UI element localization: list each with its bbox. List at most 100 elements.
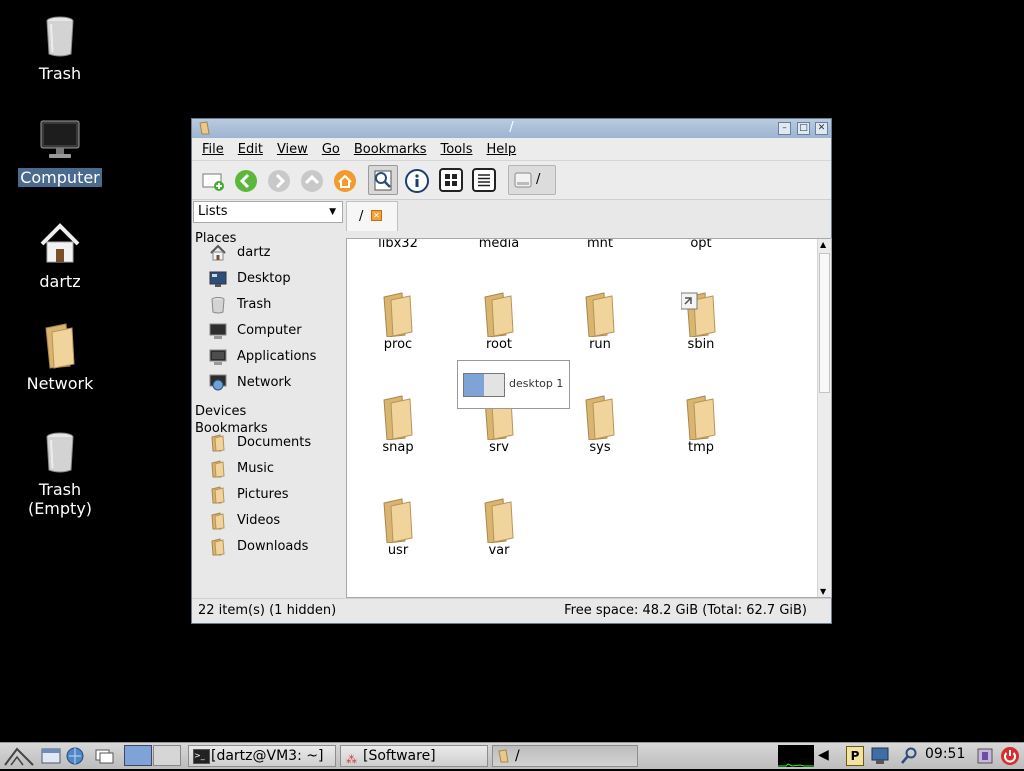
close-button[interactable]: ✕ [815,122,828,135]
search-icon[interactable] [900,746,918,770]
info-icon[interactable] [404,168,430,194]
file-label: root [485,337,513,352]
scroll-up-icon[interactable]: ▲ [820,240,826,249]
sidebar-item-applications[interactable]: Applications [209,346,316,368]
folder-icon [378,291,418,338]
home-button[interactable] [332,168,358,194]
scroll-down-icon[interactable]: ▼ [820,587,826,596]
network-icon [209,374,227,392]
clock[interactable]: 09:51 [925,746,965,762]
desktop-icon-home[interactable]: dartz [5,220,115,291]
up-button[interactable] [299,168,325,194]
sidebar-item-home[interactable]: dartz [209,242,270,264]
scrollbar-thumb[interactable] [819,253,830,393]
new-tab-button[interactable] [200,167,226,193]
tab-root[interactable]: / ✕ [346,201,398,231]
minimize-button[interactable]: – [778,122,791,135]
file-item-root[interactable]: root [454,291,544,352]
user-menu-icon[interactable] [975,746,995,770]
side-pane-mode-value: Lists [198,204,228,219]
home-icon [36,220,84,268]
toolbar: / [192,160,831,200]
desktop-icon [209,270,227,288]
menu-go[interactable]: Go [322,142,340,157]
task-file-manager[interactable]: / [492,745,638,767]
arrow-left-icon[interactable]: ◀ [818,747,829,763]
task-software[interactable]: ⁂ [Software] [340,745,488,767]
file-item-snap[interactable]: snap [353,394,443,455]
sidebar-item-desktop[interactable]: Desktop [209,268,291,290]
menu-view[interactable]: View [277,142,308,157]
power-icon[interactable] [1000,746,1020,770]
desktop-icon-trash[interactable]: Trash [5,12,115,83]
folder-icon [479,497,519,544]
pager-badge[interactable]: P [846,746,864,766]
file-item-usr[interactable]: usr [353,497,443,558]
desktop-icon-label-line2: (Empty) [27,499,93,518]
menu-tools[interactable]: Tools [440,142,472,157]
menu-bookmarks[interactable]: Bookmarks [354,142,427,157]
file-item-proc[interactable]: proc [353,291,443,352]
file-item-run[interactable]: run [555,291,645,352]
list-view-button[interactable] [471,167,497,193]
sidebar-item-documents[interactable]: Documents [209,432,311,454]
menubar: File Edit View Go Bookmarks Tools Help [192,138,831,160]
network-folder-icon [36,322,84,370]
folder-icon [209,460,227,478]
desktop-icon-network[interactable]: Network [5,322,115,393]
drive-icon [514,171,532,193]
file-item[interactable]: mnt [555,239,645,251]
menu-file[interactable]: File [202,142,224,157]
folder-symlink-icon [680,291,721,338]
sidebar-item-music[interactable]: Music [209,458,274,480]
workspace-switcher[interactable] [124,745,182,767]
file-item[interactable]: media [454,239,544,251]
sidebar-item-trash[interactable]: Trash [209,294,271,316]
forward-button[interactable] [266,168,292,194]
network-status-icon[interactable] [870,746,890,770]
file-item[interactable]: opt [656,239,746,251]
back-button[interactable] [233,168,259,194]
status-free-space: Free space: 48.2 GiB (Total: 62.7 GiB) [564,603,807,618]
folder-icon [378,497,418,544]
sidebar-item-videos[interactable]: Videos [209,510,280,532]
folder-icon [378,394,418,441]
side-pane-mode-select[interactable]: Lists ▼ [193,201,343,223]
browser-launcher-icon[interactable] [65,746,85,770]
file-label: snap [382,440,414,455]
file-manager-launcher-icon[interactable] [40,746,62,770]
folder-icon [479,291,519,338]
tab-close-icon[interactable]: ✕ [371,210,382,221]
file-item-sbin[interactable]: sbin [656,291,746,352]
file-label: usr [387,543,409,558]
file-label: sbin [687,337,715,352]
desktop-icon-trash-empty[interactable]: Trash (Empty) [5,428,115,518]
menu-edit[interactable]: Edit [238,142,263,157]
sidebar-item-network[interactable]: Network [209,372,291,394]
path-bar-root[interactable]: / [508,165,556,195]
maximize-button[interactable]: □ [797,122,810,135]
desktop-icon-computer[interactable]: Computer [5,116,115,187]
file-item[interactable]: libx32 [353,239,443,251]
show-desktop-icon[interactable] [94,746,116,770]
search-button[interactable] [368,165,398,195]
tab-strip: / ✕ [346,201,830,231]
menu-help[interactable]: Help [487,142,517,157]
task-terminal[interactable]: >_ [dartz@VM3: ~] [188,745,336,767]
start-menu-icon[interactable] [3,745,35,771]
sidebar-item-computer[interactable]: Computer [209,320,302,342]
file-item-var[interactable]: var [454,497,544,558]
sidebar-item-pictures[interactable]: Pictures [209,484,288,506]
sidebar-item-downloads[interactable]: Downloads [209,536,308,558]
vertical-scrollbar[interactable]: ▲ ▼ [817,239,831,597]
task-label: [dartz@VM3: ~] [211,748,324,764]
icon-view-button[interactable] [438,167,464,193]
file-label: proc [383,337,413,352]
desktop-thumbnail [463,373,505,397]
file-label: sys [589,440,611,455]
file-item-tmp[interactable]: tmp [656,394,746,455]
file-icon-view[interactable]: libx32 media mnt opt proc root run sbin … [346,238,832,598]
desktop-icon-label: dartz [39,272,81,291]
window-titlebar[interactable]: / – □ ✕ [192,119,831,138]
desktop-icon-label-line1: Trash [38,480,82,499]
